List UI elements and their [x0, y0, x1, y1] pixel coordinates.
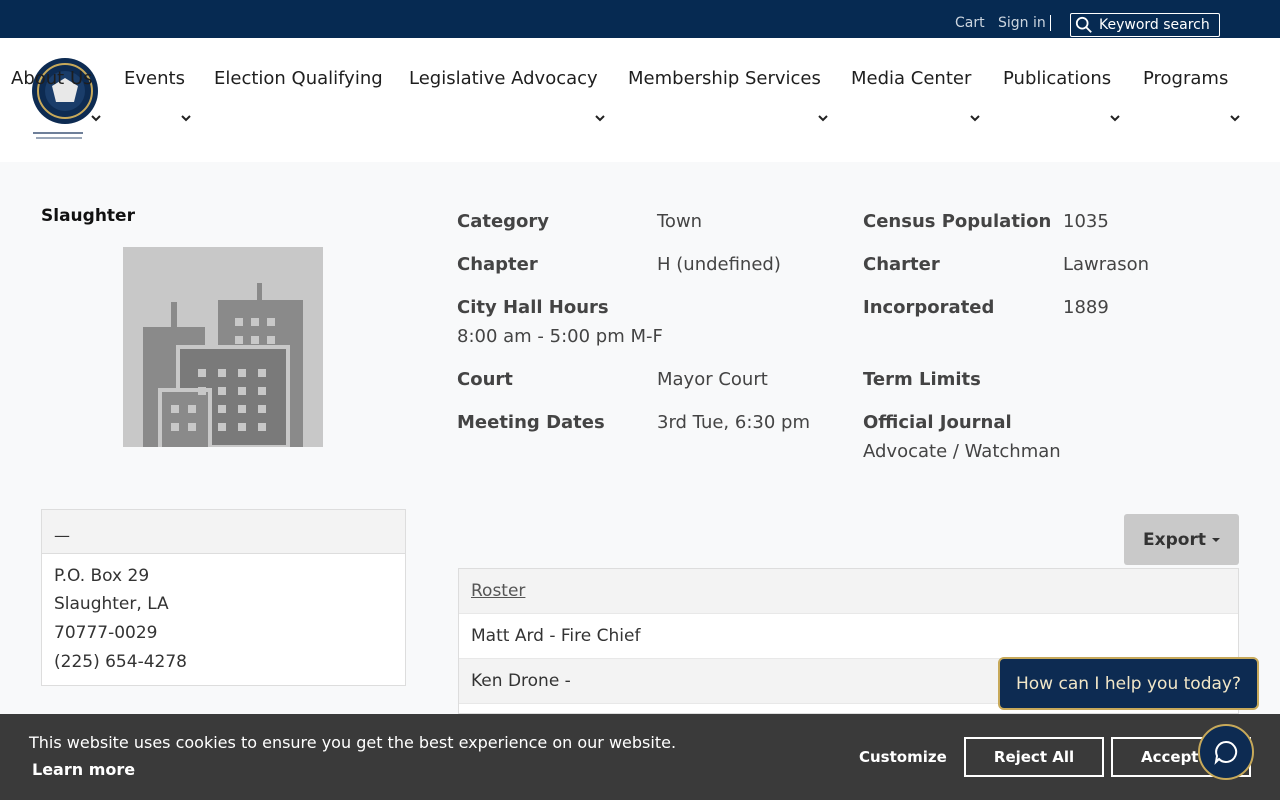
census-population-value: 1035 — [1063, 211, 1109, 232]
address-card-header: — — [42, 510, 405, 554]
town-name: Slaughter — [41, 206, 135, 226]
chevron-down-icon[interactable] — [180, 112, 192, 124]
cookie-message: This website uses cookies to ensure you … — [29, 733, 677, 752]
chevron-down-icon[interactable] — [969, 112, 981, 124]
roster-row: Matt Ard - Fire Chief — [459, 614, 1238, 659]
nav-about-us[interactable]: About Us — [11, 68, 93, 89]
nav-events[interactable]: Events — [124, 68, 185, 89]
nav-programs[interactable]: Programs — [1143, 68, 1228, 89]
chevron-down-icon[interactable] — [1109, 112, 1121, 124]
search-icon — [1075, 16, 1092, 33]
meeting-dates-label: Meeting Dates — [457, 412, 605, 433]
address-line-2: Slaughter, LA — [54, 594, 169, 614]
reject-all-button[interactable]: Reject All — [964, 737, 1104, 777]
utility-bar: Cart Sign in Keyword search — [0, 0, 1280, 38]
chapter-value: H (undefined) — [657, 254, 781, 275]
official-journal-value: Advocate / Watchman — [863, 441, 1061, 462]
nav-membership-services[interactable]: Membership Services — [628, 68, 821, 89]
chapter-label: Chapter — [457, 254, 538, 275]
term-limits-label: Term Limits — [863, 369, 981, 390]
category-value: Town — [657, 211, 703, 232]
main-navigation: About Us Events Election Qualifying Legi… — [0, 38, 1280, 162]
city-buildings-image — [123, 247, 323, 447]
court-value: Mayor Court — [657, 369, 768, 390]
address-card: — P.O. Box 29 Slaughter, LA 70777-0029 (… — [41, 509, 406, 686]
export-dropdown-button[interactable]: Export — [1124, 514, 1239, 565]
chevron-down-icon[interactable] — [90, 112, 102, 124]
address-zip: 70777-0029 — [54, 623, 158, 643]
meeting-dates-value: 3rd Tue, 6:30 pm — [657, 412, 810, 433]
city-hall-hours-label: City Hall Hours — [457, 297, 609, 318]
court-label: Court — [457, 369, 513, 390]
keyword-search-button[interactable]: Keyword search — [1070, 13, 1220, 37]
cart-link[interactable]: Cart — [955, 15, 985, 31]
address-line-1: P.O. Box 29 — [54, 566, 150, 586]
census-population-label: Census Population — [863, 211, 1052, 232]
chevron-down-icon[interactable] — [817, 112, 829, 124]
sign-in-link[interactable]: Sign in — [998, 15, 1051, 31]
charter-value: Lawrason — [1063, 254, 1150, 275]
incorporated-label: Incorporated — [863, 297, 995, 318]
address-phone[interactable]: (225) 654-4278 — [54, 652, 187, 672]
cookie-banner: This website uses cookies to ensure you … — [0, 714, 1280, 800]
caret-down-icon — [1211, 537, 1220, 542]
official-journal-label: Official Journal — [863, 412, 1012, 433]
customize-button[interactable]: Customize — [859, 748, 947, 766]
nav-publications[interactable]: Publications — [1003, 68, 1111, 89]
city-hall-hours-value: 8:00 am - 5:00 pm M-F — [457, 326, 663, 347]
nav-media-center[interactable]: Media Center — [851, 68, 971, 89]
charter-label: Charter — [863, 254, 940, 275]
search-label: Keyword search — [1099, 17, 1210, 33]
learn-more-link[interactable]: Learn more — [32, 760, 135, 779]
export-label: Export — [1143, 529, 1206, 550]
nav-election-qualifying[interactable]: Election Qualifying — [214, 68, 383, 89]
nav-legislative-advocacy[interactable]: Legislative Advocacy — [409, 68, 598, 89]
chat-icon — [1214, 740, 1238, 765]
chat-prompt-bubble[interactable]: How can I help you today? — [998, 657, 1259, 710]
category-label: Category — [457, 211, 550, 232]
chevron-down-icon[interactable] — [594, 112, 606, 124]
incorporated-value: 1889 — [1063, 297, 1109, 318]
chevron-down-icon[interactable] — [1229, 112, 1241, 124]
chat-launcher-button[interactable] — [1198, 724, 1254, 780]
roster-header-link[interactable]: Roster — [459, 569, 1238, 614]
